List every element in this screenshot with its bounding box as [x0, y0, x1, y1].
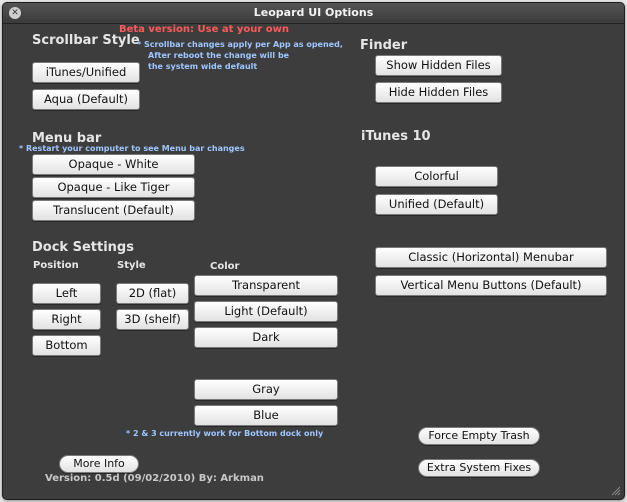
title-bar[interactable]: ✕ Leopard UI Options — [3, 3, 624, 24]
dock-style-label: Style — [117, 260, 146, 271]
dock-color-label: Color — [210, 261, 240, 272]
scrollbar-note-1: * Scrollbar changes apply per App as ope… — [137, 40, 343, 49]
itunes-heading: iTunes 10 — [361, 129, 431, 144]
finder-heading: Finder — [360, 38, 408, 53]
translucent-menubar-button[interactable]: Translucent (Default) — [32, 200, 195, 221]
hide-hidden-files-button[interactable]: Hide Hidden Files — [375, 82, 502, 103]
opaque-white-menubar-button[interactable]: Opaque - White — [32, 154, 195, 175]
beta-warning: Beta version: Use at your own — [119, 24, 289, 35]
dock-heading: Dock Settings — [32, 240, 134, 255]
dock-dark-button[interactable]: Dark — [194, 327, 338, 348]
more-info-button[interactable]: More Info — [59, 455, 139, 473]
itunes-unified-scrollbar-button[interactable]: iTunes/Unified — [32, 62, 140, 83]
show-hidden-files-button[interactable]: Show Hidden Files — [375, 55, 502, 76]
itunes-unified-default-button[interactable]: Unified (Default) — [375, 194, 498, 215]
classic-menubar-button[interactable]: Classic (Horizontal) Menubar — [375, 247, 607, 268]
vertical-menu-buttons-button[interactable]: Vertical Menu Buttons (Default) — [375, 275, 607, 296]
scrollbar-note-2: After reboot the change will be — [148, 51, 290, 60]
dock-position-label: Position — [33, 260, 79, 271]
resize-grip-icon[interactable] — [611, 486, 621, 496]
extra-system-fixes-button[interactable]: Extra System Fixes — [418, 459, 540, 477]
aqua-default-scrollbar-button[interactable]: Aqua (Default) — [32, 89, 140, 110]
dock-3d-button[interactable]: 3D (shelf) — [116, 309, 189, 330]
dock-bottom-button[interactable]: Bottom — [32, 335, 101, 356]
scrollbar-heading: Scrollbar Style — [32, 33, 140, 48]
version-label: Version: 0.5d (09/02/2010) By: Arkman — [45, 473, 264, 484]
dock-transparent-button[interactable]: Transparent — [194, 275, 338, 296]
scrollbar-note-3: the system wide default — [148, 62, 258, 71]
opaque-tiger-menubar-button[interactable]: Opaque - Like Tiger — [32, 177, 195, 198]
dock-gray-button[interactable]: Gray — [194, 379, 338, 400]
dock-color-note: * 2 & 3 currently work for Bottom dock o… — [126, 429, 324, 438]
window-title: Leopard UI Options — [253, 6, 374, 19]
force-empty-trash-button[interactable]: Force Empty Trash — [418, 427, 540, 445]
dock-right-button[interactable]: Right — [32, 309, 101, 330]
dock-blue-button[interactable]: Blue — [194, 405, 338, 426]
menubar-note: * Restart your computer to see Menu bar … — [19, 144, 245, 153]
dock-left-button[interactable]: Left — [32, 283, 101, 304]
app-window: ✕ Leopard UI Options Scrollbar Style Bet… — [2, 2, 625, 500]
dock-light-default-button[interactable]: Light (Default) — [194, 301, 338, 322]
itunes-colorful-button[interactable]: Colorful — [375, 166, 498, 187]
dock-2d-button[interactable]: 2D (flat) — [116, 283, 189, 304]
